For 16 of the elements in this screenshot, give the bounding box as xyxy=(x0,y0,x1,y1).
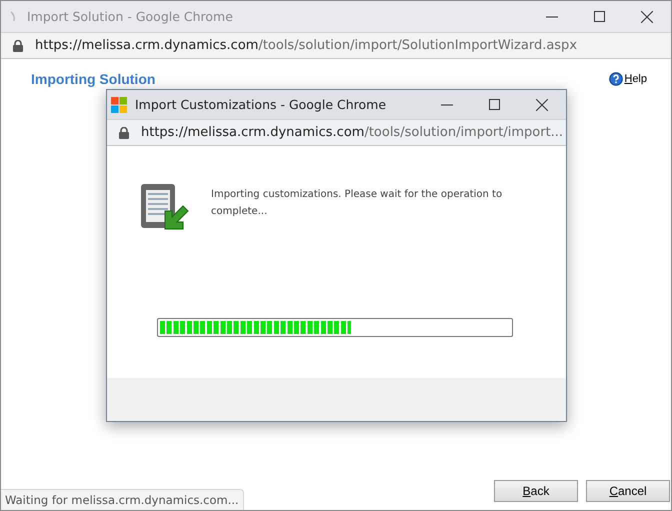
close-icon[interactable] xyxy=(536,98,548,110)
help-icon xyxy=(609,72,624,86)
window-title: Import Solution - Google Chrome xyxy=(27,9,234,24)
help-link[interactable]: Help xyxy=(609,71,667,87)
status-text: Waiting for melissa.crm.dynamics.com... xyxy=(1,489,244,510)
close-icon[interactable] xyxy=(641,10,653,22)
maximize-icon[interactable] xyxy=(489,99,500,110)
maximize-icon[interactable] xyxy=(594,11,605,22)
dialog-title: Import Customizations - Google Chrome xyxy=(135,97,388,112)
dialog-button[interactable]: Cancel xyxy=(586,480,670,502)
progress-message: Importing customizations. Please wait for the operation to complete... xyxy=(211,188,504,219)
lock-icon xyxy=(119,126,129,138)
dialog-button[interactable]: Back xyxy=(494,480,578,502)
page-heading: Importing Solution xyxy=(31,71,156,87)
lock-icon xyxy=(13,40,23,52)
windows-logo-icon xyxy=(111,96,127,112)
